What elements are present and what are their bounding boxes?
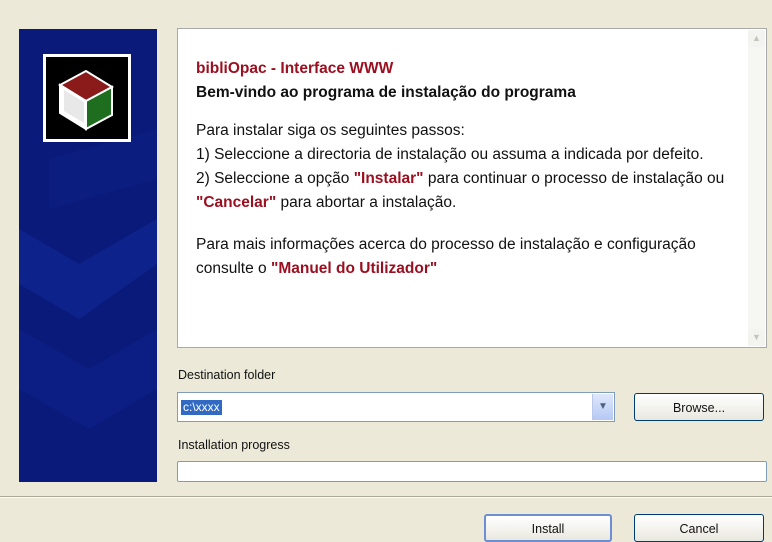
destination-folder-value[interactable]: c:\xxxx xyxy=(181,400,222,415)
text-scrollbar[interactable]: ▲ ▼ xyxy=(748,30,765,346)
scroll-down-icon[interactable]: ▼ xyxy=(748,329,765,346)
welcome-text: bibliOpac - Interface WWW Bem-vindo ao p… xyxy=(196,57,736,281)
step-2-cancel-keyword: "Cancelar" xyxy=(196,194,277,211)
cancel-button[interactable]: Cancel xyxy=(634,514,764,542)
step-2-install-keyword: "Instalar" xyxy=(353,170,424,187)
welcome-text-panel: bibliOpac - Interface WWW Bem-vindo ao p… xyxy=(177,28,767,348)
installation-progress-label: Installation progress xyxy=(178,438,290,452)
step-2-text: 2) Seleccione a opção "Instalar" para co… xyxy=(196,167,736,215)
footer-divider-highlight xyxy=(0,497,772,498)
steps-intro: Para instalar siga os seguintes passos: xyxy=(196,122,465,139)
installer-side-banner xyxy=(19,29,157,482)
destination-folder-combobox[interactable]: c:\xxxx ▼ xyxy=(177,392,615,422)
welcome-heading: Bem-vindo ao programa de instalação do p… xyxy=(196,84,576,101)
more-info-text: Para mais informações acerca do processo… xyxy=(196,233,736,281)
user-manual-link: "Manuel do Utilizador" xyxy=(270,260,438,277)
browse-button[interactable]: Browse... xyxy=(634,393,764,421)
book-logo-icon xyxy=(43,54,131,142)
product-title: bibliOpac - Interface WWW xyxy=(196,60,394,77)
title-strip xyxy=(0,0,772,22)
step-1-text: 1) Seleccione a directoria de instalação… xyxy=(196,146,704,163)
installation-progress-bar xyxy=(177,461,767,482)
install-button[interactable]: Install xyxy=(484,514,612,542)
destination-folder-label: Destination folder xyxy=(178,368,276,382)
step-2-part-a: 2) Seleccione a opção xyxy=(196,170,354,187)
step-2-part-c: para abortar a instalação. xyxy=(276,194,457,211)
step-2-part-b: para continuar o processo de instalação … xyxy=(423,170,725,187)
scroll-up-icon[interactable]: ▲ xyxy=(748,30,765,47)
chevron-down-icon[interactable]: ▼ xyxy=(592,394,613,420)
